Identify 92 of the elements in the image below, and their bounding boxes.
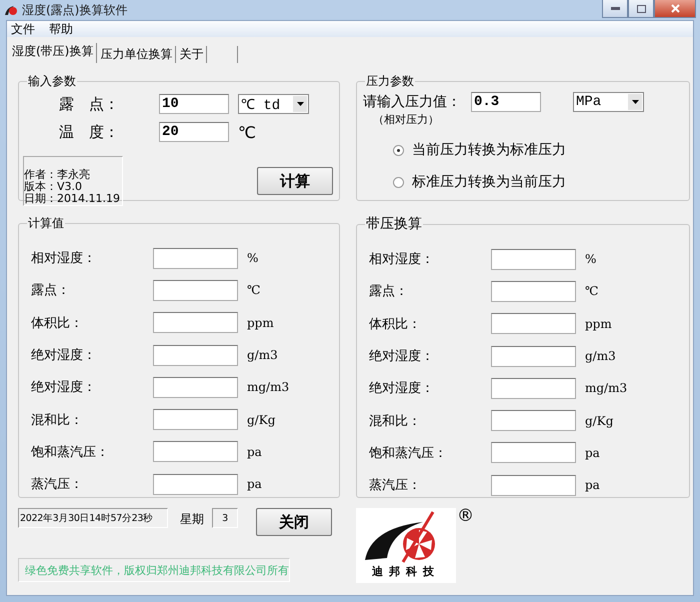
result-field[interactable]: [153, 280, 238, 301]
menu-item[interactable]: 文件: [11, 20, 35, 38]
input-field[interactable]: 10: [159, 94, 229, 114]
result-label: 混和比：: [369, 412, 422, 430]
registered-mark: ®: [457, 506, 474, 526]
maximize-icon: [636, 4, 646, 12]
datetime-display: 2022年3月30日14时57分23秒: [18, 508, 168, 528]
result-field[interactable]: [491, 378, 576, 399]
unit-label: g/m3: [247, 348, 278, 362]
result-label: 蒸汽压：: [31, 476, 84, 494]
dropdown-arrow-icon: [296, 102, 304, 106]
result-label: 绝对湿度：: [31, 347, 97, 364]
close-button[interactable]: [654, 0, 696, 18]
unit-label: ℃: [238, 122, 256, 142]
minimize-button[interactable]: [602, 0, 628, 18]
result-label: 混和比：: [31, 412, 84, 429]
info-text: 作者：李永亮: [24, 169, 91, 181]
result-field[interactable]: [491, 280, 576, 302]
radio-label: 标准压力转换为当前压力: [412, 173, 566, 191]
radio-icon[interactable]: [393, 144, 404, 156]
app-icon: [4, 4, 18, 16]
radio-label: 当前压力转换为标准压力: [412, 141, 566, 159]
unit-label: g/Kg: [247, 412, 276, 427]
unit-label: %: [585, 252, 596, 266]
info-text: 日期：2014.11.19: [24, 193, 121, 205]
unit-label: pa: [585, 446, 600, 460]
unit-label: ppm: [247, 316, 274, 330]
result-label: 绝对湿度：: [369, 380, 435, 398]
minimize-icon: [610, 7, 620, 10]
result-field[interactable]: [491, 442, 576, 464]
unit-label: pa: [585, 478, 600, 492]
menu-item[interactable]: 帮助: [49, 20, 73, 38]
weekday-label: 星期: [180, 511, 204, 528]
field-label: 露 点：: [59, 94, 120, 114]
unit-label: g/Kg: [585, 414, 614, 428]
pressure-label: 请输入压力值：: [363, 93, 462, 111]
unit-label: ℃: [585, 284, 598, 298]
result-field[interactable]: [153, 344, 238, 366]
result-label: 体积比：: [369, 316, 422, 333]
result-field[interactable]: [491, 313, 576, 334]
group-title: 输入参数: [27, 73, 77, 90]
unit-label: g/m3: [585, 349, 616, 364]
result-field[interactable]: [491, 248, 576, 270]
result-field[interactable]: [153, 474, 238, 495]
result-label: 露点：: [369, 283, 409, 300]
unit-label: ℃: [247, 283, 260, 298]
weekday-display: 3: [212, 508, 238, 528]
unit-label: ppm: [585, 316, 612, 331]
unit-label: pa: [247, 444, 262, 459]
logo-text: 迪邦科技: [372, 564, 440, 579]
group-title: 带压换算: [365, 215, 423, 233]
radio-option[interactable]: 当前压力转换为标准压力: [393, 141, 683, 159]
unit-label: %: [247, 251, 258, 266]
input-field[interactable]: 20: [159, 122, 229, 142]
pressure-input[interactable]: 0.3: [471, 92, 541, 112]
result-field[interactable]: [153, 376, 238, 398]
pressure-note: （相对压力）: [373, 112, 440, 127]
result-field[interactable]: [491, 410, 576, 432]
calculate-button[interactable]: 计算: [257, 167, 333, 195]
result-label: 绝对湿度：: [31, 379, 97, 396]
result-label: 绝对湿度：: [369, 348, 435, 366]
result-label: 饱和蒸汽压：: [31, 444, 110, 461]
group-title: 计算值: [27, 215, 65, 232]
tab[interactable]: 湿度(带压)换算: [9, 43, 98, 63]
radio-option[interactable]: 标准压力转换为当前压力: [393, 173, 683, 191]
result-field[interactable]: [491, 346, 576, 367]
dropdown-arrow-icon: [632, 100, 638, 104]
unit-label: mg/m3: [247, 380, 290, 394]
result-label: 相对湿度：: [31, 250, 97, 268]
result-field[interactable]: [153, 441, 238, 462]
result-field[interactable]: [153, 409, 238, 430]
unit-label: mg/m3: [585, 381, 628, 396]
window-title: 湿度(露点)换算软件: [22, 2, 128, 18]
result-field[interactable]: [491, 474, 576, 496]
result-label: 露点：: [31, 282, 71, 300]
unit-dropdown[interactable]: ℃ td: [238, 94, 309, 114]
field-label: 温 度：: [59, 122, 120, 142]
unit-label: pa: [247, 477, 262, 492]
result-label: 相对湿度：: [369, 251, 435, 268]
close-app-button[interactable]: 关闭: [256, 508, 332, 536]
unit-dropdown[interactable]: MPa: [573, 92, 644, 112]
maximize-button[interactable]: [628, 0, 654, 18]
result-field[interactable]: [153, 248, 238, 269]
radio-icon[interactable]: [393, 176, 404, 188]
info-text: 版本：V3.0: [24, 181, 84, 193]
result-label: 饱和蒸汽压：: [369, 444, 448, 462]
group-title: 压力参数: [365, 73, 415, 90]
result-field[interactable]: [153, 312, 238, 334]
copyright-text: 绿色免费共享软件，版权归郑州迪邦科技有限公司所有: [18, 558, 290, 582]
result-label: 蒸汽压：: [369, 477, 422, 494]
result-label: 体积比：: [31, 314, 84, 332]
close-icon: [670, 4, 680, 13]
